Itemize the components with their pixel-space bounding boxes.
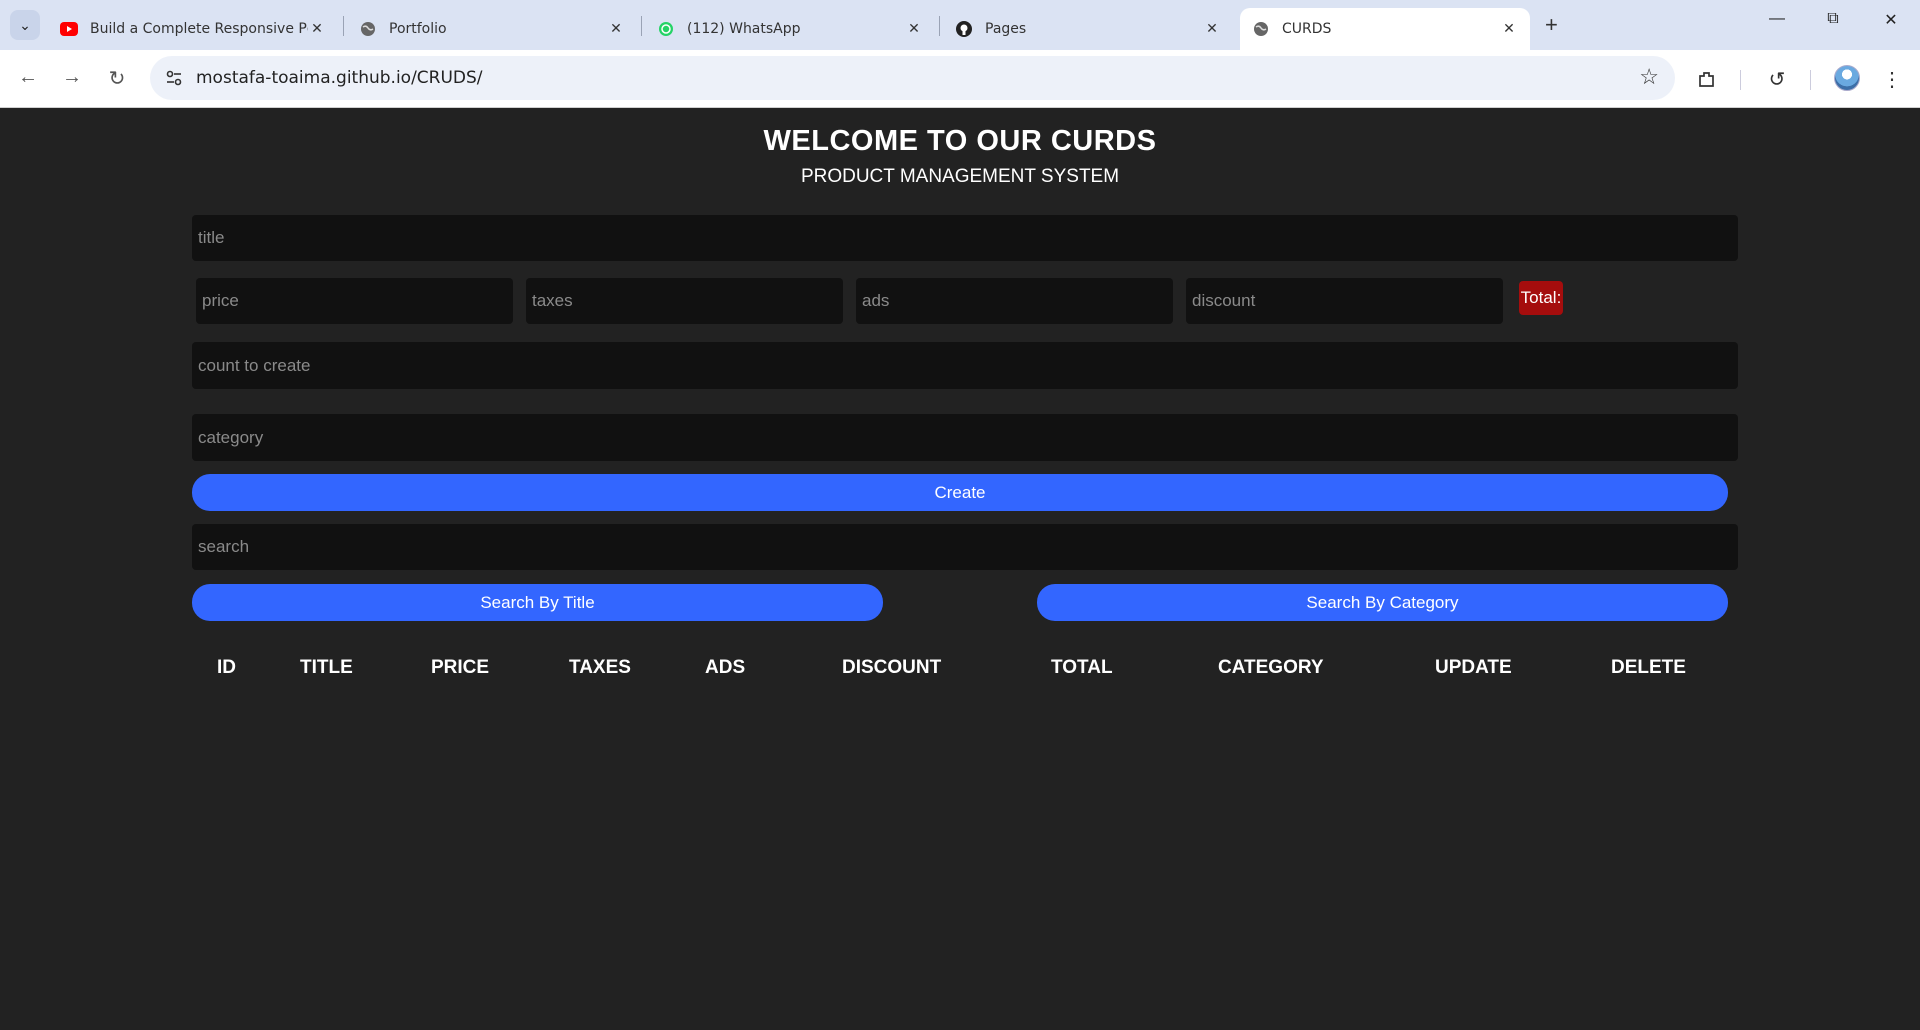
address-bar[interactable]: mostafa-toaima.github.io/CRUDS/ ☆ (150, 56, 1675, 100)
close-window-icon[interactable]: ✕ (1876, 10, 1906, 30)
tab-divider (641, 16, 642, 36)
reload-icon[interactable]: ↻ (103, 66, 131, 91)
url-text[interactable]: mostafa-toaima.github.io/CRUDS/ (196, 68, 483, 88)
globe-icon (359, 20, 377, 38)
taxes-input[interactable] (526, 278, 843, 324)
close-tab-icon[interactable]: ✕ (308, 21, 326, 37)
tab-curds[interactable]: CURDS ✕ (1240, 8, 1530, 50)
site-settings-icon[interactable] (164, 68, 184, 88)
globe-icon (1252, 20, 1270, 38)
column-header-title: TITLE (300, 657, 353, 678)
github-icon (955, 20, 973, 38)
close-tab-icon[interactable]: ✕ (905, 21, 923, 37)
tab-portfolio[interactable]: Portfolio ✕ (347, 8, 637, 50)
column-header-total: TOTAL (1051, 657, 1113, 678)
tab-search-button[interactable]: ⌄ (10, 10, 40, 40)
column-header-id: ID (217, 657, 236, 678)
search-input[interactable] (192, 524, 1738, 570)
close-tab-icon[interactable]: ✕ (607, 21, 625, 37)
close-tab-icon[interactable]: ✕ (1500, 21, 1518, 37)
menu-dots-icon[interactable]: ⋮ (1879, 66, 1905, 92)
new-tab-icon[interactable]: + (1545, 12, 1558, 38)
youtube-icon (60, 20, 78, 38)
page-content: WELCOME TO OUR CURDS PRODUCT MANAGEMENT … (0, 109, 1920, 1030)
tab-title: Pages (985, 21, 1027, 37)
page-subtitle: PRODUCT MANAGEMENT SYSTEM (800, 166, 1120, 187)
whatsapp-icon (657, 20, 675, 38)
page-title: WELCOME TO OUR CURDS (763, 125, 1157, 157)
profile-avatar[interactable] (1834, 65, 1860, 91)
extensions-icon[interactable] (1694, 66, 1720, 92)
column-header-price: PRICE (431, 657, 490, 678)
tab-divider (939, 16, 940, 36)
chevron-down-icon: ⌄ (19, 16, 31, 33)
history-icon[interactable]: ↺ (1764, 66, 1790, 92)
title-input[interactable] (192, 215, 1738, 261)
tab-title: Build a Complete Responsive Pc (90, 21, 308, 37)
tab-whatsapp[interactable]: (112) WhatsApp ✕ (645, 8, 935, 50)
column-header-discount: DISCOUNT (842, 657, 942, 678)
forward-arrow-icon[interactable]: → (58, 66, 86, 89)
column-header-category: CATEGORY (1218, 657, 1324, 678)
discount-input[interactable] (1186, 278, 1503, 324)
browser-toolbar: ← → ↻ mostafa-toaima.github.io/CRUDS/ ☆ … (0, 50, 1920, 108)
back-arrow-icon[interactable]: ← (14, 66, 42, 89)
tab-divider (343, 16, 344, 36)
tab-title: (112) WhatsApp (687, 21, 801, 37)
column-header-update: UPDATE (1435, 657, 1512, 678)
create-button[interactable]: Create (192, 474, 1728, 511)
restore-icon[interactable]: ⧉ (1818, 10, 1848, 28)
search-by-title-button[interactable]: Search By Title (192, 584, 883, 621)
column-header-taxes: TAXES (569, 657, 631, 678)
bookmark-star-icon[interactable]: ☆ (1639, 64, 1659, 90)
browser-tab-bar: ⌄ Build a Complete Responsive Pc ✕ Portf… (0, 0, 1920, 50)
total-badge: Total: (1519, 281, 1563, 315)
tab-title: CURDS (1282, 21, 1332, 37)
close-tab-icon[interactable]: ✕ (1203, 21, 1221, 37)
tab-github-pages[interactable]: Pages ✕ (943, 8, 1233, 50)
price-input[interactable] (196, 278, 513, 324)
column-header-ads: ADS (705, 657, 746, 678)
category-input[interactable] (192, 414, 1738, 461)
tab-youtube[interactable]: Build a Complete Responsive Pc ✕ (48, 8, 338, 50)
minimize-icon[interactable]: — (1762, 10, 1792, 28)
count-input[interactable] (192, 342, 1738, 389)
ads-input[interactable] (856, 278, 1173, 324)
tab-title: Portfolio (389, 21, 447, 37)
search-by-category-button[interactable]: Search By Category (1037, 584, 1728, 621)
toolbar-divider (1810, 70, 1811, 90)
column-header-delete: DELETE (1611, 657, 1686, 678)
toolbar-divider (1740, 70, 1741, 90)
